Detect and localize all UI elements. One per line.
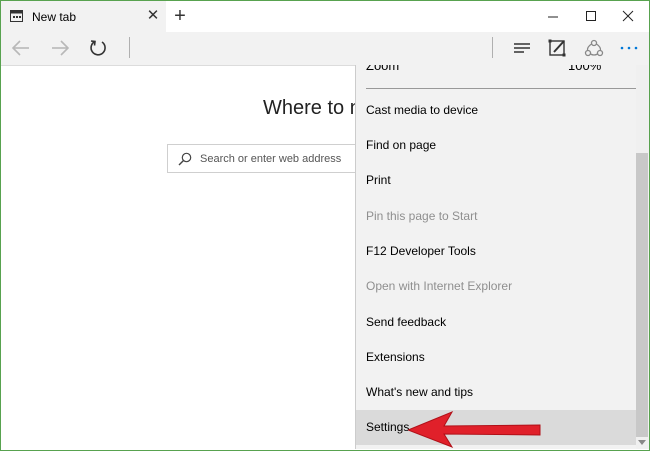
zoom-level: 100% [568, 65, 602, 73]
maximize-icon[interactable] [576, 6, 606, 26]
web-note-icon[interactable] [547, 38, 569, 58]
share-icon[interactable] [583, 38, 605, 58]
menu-item-label: Open with Internet Explorer [366, 279, 513, 293]
menu-item-pin-to-start: Pin this page to Start [356, 199, 636, 234]
search-placeholder: Search or enter web address [200, 153, 342, 165]
tab-page-icon [10, 10, 23, 22]
menu-item-label: Find on page [366, 138, 437, 152]
toolbar-separator [492, 37, 493, 58]
menu-item-find-on-page[interactable]: Find on page [356, 128, 636, 163]
hub-icon[interactable] [511, 38, 533, 58]
menu-item-label: F12 Developer Tools [366, 244, 476, 258]
tab-title: New tab [32, 10, 77, 24]
tab-close-icon[interactable]: ✕ [144, 7, 162, 25]
menu-item-whats-new[interactable]: What's new and tips [356, 375, 636, 410]
zoom-label: Zoom [366, 65, 400, 73]
more-actions-menu: Zoom 100% Cast media to device Find on p… [355, 65, 649, 449]
search-icon [178, 152, 192, 166]
toolbar-separator [129, 37, 130, 58]
menu-item-label: Extensions [366, 350, 425, 364]
menu-item-f12-developer-tools[interactable]: F12 Developer Tools [356, 234, 636, 269]
navigation-toolbar [1, 32, 649, 66]
menu-item-label: Cast media to device [366, 103, 479, 117]
menu-item-label: Print [366, 173, 391, 187]
back-icon[interactable] [10, 38, 32, 58]
red-pointer-arrow-icon [408, 410, 541, 448]
menu-item-label: Send feedback [366, 315, 447, 329]
zoom-row: Zoom 100% [356, 65, 636, 77]
menu-item-extensions[interactable]: Extensions [356, 340, 636, 375]
page-heading: Where to n [263, 97, 361, 119]
menu-item-open-with-ie: Open with Internet Explorer [356, 269, 636, 304]
menu-item-cast-media[interactable]: Cast media to device [356, 93, 636, 128]
menu-item-label: Settings [366, 420, 410, 434]
forward-icon[interactable] [49, 38, 71, 58]
menu-scrollbar[interactable] [636, 65, 648, 449]
menu-item-label: What's new and tips [366, 385, 474, 399]
menu-divider [366, 88, 636, 89]
new-tab-button[interactable]: + [170, 5, 190, 27]
scrollbar-thumb[interactable] [636, 153, 648, 437]
menu-item-send-feedback[interactable]: Send feedback [356, 305, 636, 340]
menu-item-label: Pin this page to Start [366, 209, 478, 223]
minimize-icon[interactable] [538, 6, 568, 26]
more-actions-icon[interactable] [618, 38, 640, 58]
menu-item-print[interactable]: Print [356, 163, 636, 198]
refresh-icon[interactable] [87, 38, 109, 58]
close-window-icon[interactable] [613, 6, 643, 26]
tab-new-tab[interactable]: New tab ✕ [1, 1, 166, 32]
title-bar: New tab ✕ + [1, 1, 649, 32]
scroll-down-icon[interactable] [638, 438, 646, 446]
